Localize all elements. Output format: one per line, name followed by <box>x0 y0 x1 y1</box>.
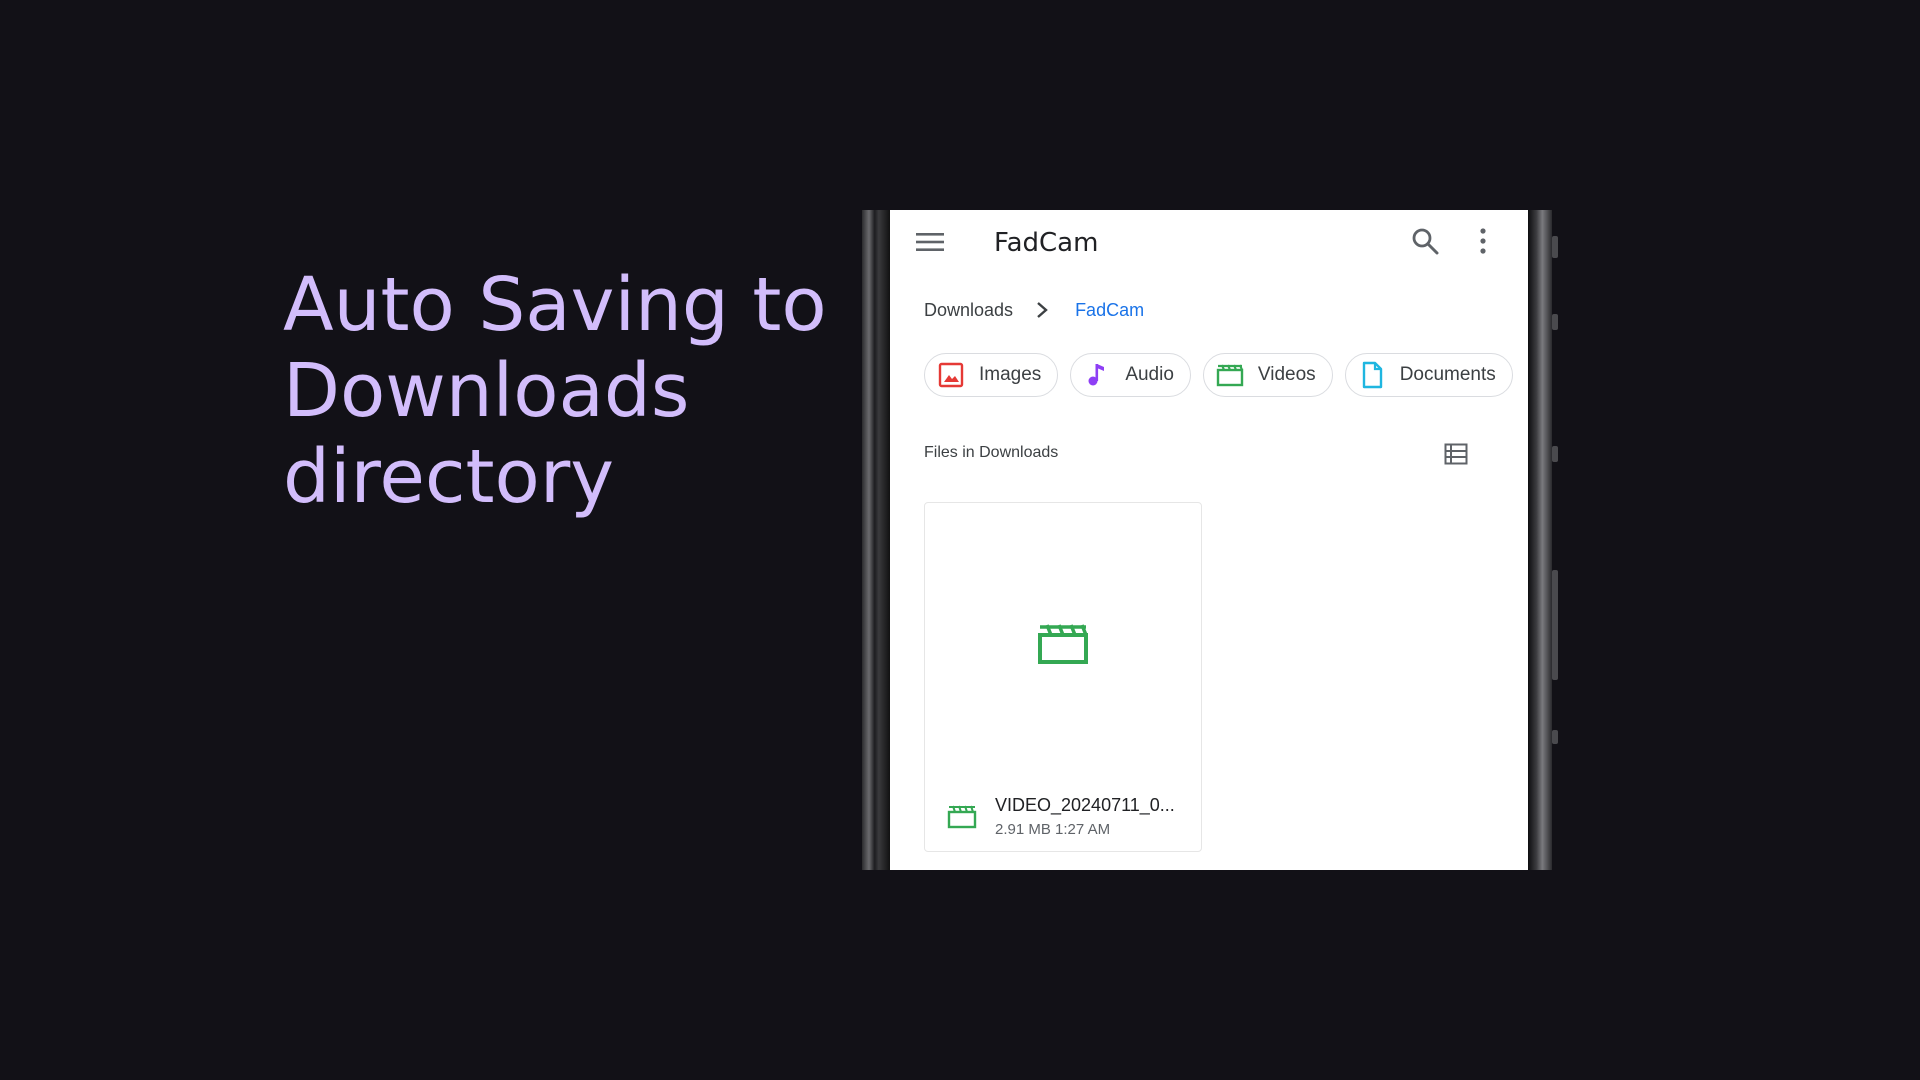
phone-screen: FadCam Downloads FadCam Images Audio Vid… <box>890 210 1528 870</box>
slide: Auto Saving to Downloads directory FadCa… <box>0 0 1920 1080</box>
list-view-icon[interactable] <box>1444 443 1468 465</box>
headline-line-1: Auto Saving to <box>283 262 827 348</box>
breadcrumb-fadcam[interactable]: FadCam <box>1075 300 1144 321</box>
headline-line-3: directory <box>283 434 615 520</box>
chip-videos[interactable]: Videos <box>1202 353 1333 397</box>
movie-icon <box>1216 364 1244 387</box>
slide-headline: Auto Saving to Downloads directory <box>283 262 843 520</box>
phone-bezel-right <box>1528 210 1552 870</box>
chip-documents[interactable]: Documents <box>1344 353 1513 397</box>
headline-line-2: Downloads <box>283 348 690 434</box>
phone-mockup: FadCam Downloads FadCam Images Audio Vid… <box>862 210 1558 870</box>
breadcrumb: Downloads FadCam <box>924 296 1144 324</box>
phone-bezel-left <box>862 210 890 870</box>
app-bar: FadCam <box>890 210 1528 274</box>
breadcrumb-downloads[interactable]: Downloads <box>924 300 1013 321</box>
category-chips: Images Audio Videos Documents <box>924 353 1513 397</box>
chip-label: Videos <box>1257 364 1316 385</box>
phone-side-button <box>1552 446 1558 462</box>
chip-label: Documents <box>1399 364 1496 385</box>
search-icon[interactable] <box>1410 226 1440 256</box>
document-icon <box>1362 361 1382 389</box>
chip-label: Audio <box>1125 364 1174 385</box>
file-meta: 2.91 MB 1:27 AM <box>995 821 1111 838</box>
music-note-icon <box>1088 364 1105 386</box>
phone-side-button <box>1552 730 1558 744</box>
chip-images[interactable]: Images <box>924 353 1059 397</box>
file-card[interactable]: VIDEO_20240711_0... 2.91 MB 1:27 AM <box>924 502 1202 852</box>
chip-audio[interactable]: Audio <box>1070 353 1191 397</box>
more-vert-icon[interactable] <box>1476 226 1490 256</box>
chip-label: Images <box>979 364 1042 385</box>
files-section-label: Files in Downloads <box>924 444 1059 461</box>
phone-side-button <box>1552 236 1558 258</box>
phone-side-button <box>1552 314 1558 330</box>
movie-icon <box>947 805 977 829</box>
phone-power-button <box>1552 570 1558 680</box>
movie-icon <box>1038 624 1088 664</box>
app-title: FadCam <box>994 228 1099 258</box>
file-name: VIDEO_20240711_0... <box>995 795 1175 815</box>
chevron-right-icon <box>1037 302 1048 318</box>
menu-icon[interactable] <box>916 232 944 252</box>
image-icon <box>938 362 964 388</box>
